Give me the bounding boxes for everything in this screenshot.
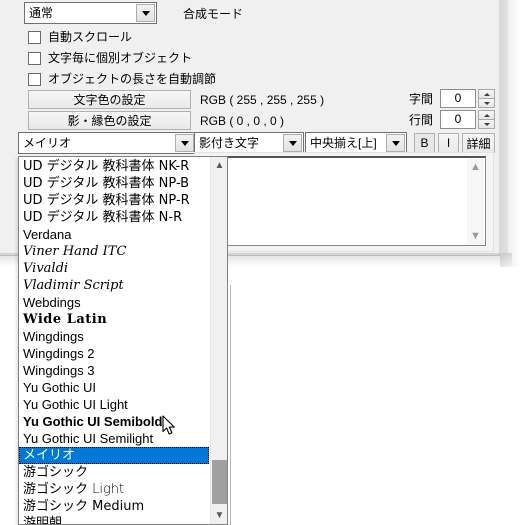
checkbox-label: オブジェクトの長さを自動調節 <box>48 72 217 86</box>
scrollbar-thumb[interactable] <box>212 460 227 504</box>
text-style-combo[interactable]: 影付き文字 <box>194 132 304 154</box>
chevron-down-icon[interactable] <box>386 134 405 152</box>
chevron-down-icon[interactable]: ▼ <box>211 507 227 524</box>
font-list-item[interactable]: Yu Gothic UI Light <box>19 396 211 413</box>
font-list-item[interactable]: 游明朝 <box>19 515 211 524</box>
text-align-combo[interactable]: 中央揃え[上] <box>305 132 407 154</box>
chevron-down-icon[interactable]: ▼ <box>470 231 481 242</box>
font-list-item[interactable]: 游ゴシック Medium <box>19 498 211 515</box>
font-list-item[interactable]: メイリオ <box>19 447 209 464</box>
checkbox-box[interactable] <box>28 51 41 65</box>
bold-button[interactable]: B <box>414 133 435 153</box>
blend-mode-label: 合成モード <box>183 7 244 21</box>
font-list-item[interactable]: Vladimir Script <box>19 277 211 294</box>
shadow-edge-color-button[interactable]: 影・縁色の設定 <box>28 111 191 130</box>
checkbox-label: 文字毎に個別オブジェクト <box>48 51 193 65</box>
font-list-item[interactable]: UD デジタル 教科書体 N-R <box>19 209 211 226</box>
font-list-item[interactable]: UD デジタル 教科書体 NP-R <box>19 192 211 209</box>
font-family-combo[interactable]: メイリオ <box>18 132 196 154</box>
detail-button[interactable]: 詳細 <box>462 133 495 153</box>
font-list-item[interactable]: Wide Latin <box>19 311 211 328</box>
checkbox-per-character-object[interactable]: 文字毎に個別オブジェクト <box>28 50 192 66</box>
chevron-down-icon[interactable] <box>136 4 155 22</box>
spin-up-icon[interactable] <box>478 110 495 120</box>
text-area-scrollbar[interactable]: ▲ ▼ <box>467 159 484 244</box>
font-list-item[interactable]: Yu Gothic UI <box>19 379 211 396</box>
char-spacing-label: 字間 <box>409 92 434 106</box>
text-style-value: 影付き文字 <box>199 136 260 150</box>
checkbox-label: 自動スクロール <box>48 30 133 44</box>
line-spacing-label: 行間 <box>409 113 434 127</box>
font-list-items: UD デジタル 教科書体 NK-R UD デジタル 教科書体 NP-B UD デジタ… <box>19 157 211 524</box>
text-color-button[interactable]: 文字色の設定 <box>28 90 191 109</box>
font-list-item[interactable]: Webdings <box>19 294 211 311</box>
char-spacing-stepper[interactable]: 0 <box>440 89 495 108</box>
line-spacing-value[interactable]: 0 <box>440 110 476 129</box>
text-align-value: 中央揃え[上] <box>310 136 377 150</box>
chevron-up-icon[interactable]: ▲ <box>211 157 227 174</box>
checkbox-box[interactable] <box>28 30 41 44</box>
blend-mode-combo[interactable]: 通常 <box>24 2 157 24</box>
font-list-item[interactable]: UD デジタル 教科書体 NP-B <box>19 175 211 192</box>
checkbox-box[interactable] <box>28 72 41 86</box>
shadow-edge-color-value: RGB ( 0 , 0 , 0 ) <box>200 114 285 128</box>
char-spacing-value[interactable]: 0 <box>440 89 476 108</box>
spin-up-icon[interactable] <box>478 89 495 99</box>
font-list-item[interactable]: 游ゴシック Light <box>19 481 211 498</box>
chevron-down-icon[interactable] <box>175 134 194 152</box>
blend-mode-value: 通常 <box>29 6 54 20</box>
font-list-scrollbar[interactable]: ▲ ▼ <box>210 157 227 524</box>
checkbox-auto-scroll[interactable]: 自動スクロール <box>28 29 132 45</box>
page-content-area <box>230 285 520 525</box>
font-list-item[interactable]: Vivaldi <box>19 260 211 277</box>
font-family-dropdown-list[interactable]: UD デジタル 教科書体 NK-R UD デジタル 教科書体 NP-B UD デジタ… <box>18 156 228 525</box>
font-list-item[interactable]: Yu Gothic UI Semibold <box>19 413 211 430</box>
chevron-up-icon[interactable]: ▲ <box>470 162 481 173</box>
font-list-item[interactable]: Yu Gothic UI Semilight <box>19 430 211 447</box>
font-list-item[interactable]: Wingdings 2 <box>19 345 211 362</box>
font-list-item[interactable]: 游ゴシック <box>19 464 211 481</box>
font-family-value: メイリオ <box>23 136 72 150</box>
font-list-item[interactable]: Viner Hand ITC <box>19 243 211 260</box>
checkbox-auto-adjust-length[interactable]: オブジェクトの長さを自動調節 <box>28 71 216 87</box>
spin-down-icon[interactable] <box>478 120 495 129</box>
font-list-item[interactable]: Wingdings <box>19 328 211 345</box>
font-list-item[interactable]: UD デジタル 教科書体 NK-R <box>19 158 211 175</box>
chevron-down-icon[interactable] <box>283 134 302 152</box>
text-input-area[interactable]: ▲ ▼ <box>198 156 486 246</box>
italic-button[interactable]: I <box>438 133 459 153</box>
text-color-value: RGB ( 255 , 255 , 255 ) <box>200 93 325 107</box>
spin-down-icon[interactable] <box>478 99 495 108</box>
font-list-item[interactable]: Wingdings 3 <box>19 362 211 379</box>
line-spacing-stepper[interactable]: 0 <box>440 110 495 129</box>
font-list-item[interactable]: Verdana <box>19 226 211 243</box>
